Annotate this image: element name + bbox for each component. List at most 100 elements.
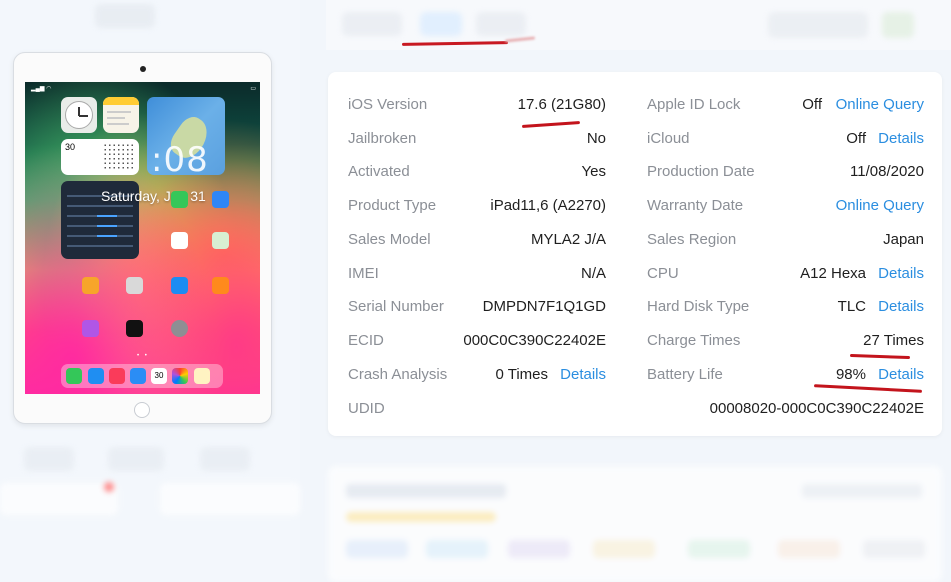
info-value: 0 Times [495, 366, 548, 383]
info-value: 17.6 (21G80) [517, 96, 606, 113]
info-row-charge-times: Charge Times 27 Times [647, 330, 924, 352]
info-row-hard-disk-type: Hard Disk Type TLC Details [647, 296, 924, 318]
info-row-production-date: Production Date 11/08/2020 [647, 161, 924, 183]
info-value: 11/08/2020 [850, 163, 924, 180]
info-label: Crash Analysis [348, 366, 448, 383]
info-label: Apple ID Lock [647, 96, 741, 113]
legend-chip-6 [778, 540, 840, 558]
safari-app-icon [88, 368, 104, 384]
tab-2[interactable] [420, 12, 462, 36]
legend-chip-1 [346, 540, 408, 558]
info-label: Production Date [647, 163, 755, 180]
notes-app-icon [194, 368, 210, 384]
ipad-screen: ▂▄▆ ◠ ▭ 30 :08 Saturday, Jun 31 • • 30 [25, 82, 260, 394]
toolbar-green-button[interactable] [882, 12, 914, 38]
info-row-warranty-date: Warranty Date Online Query [647, 195, 924, 217]
legend-chip-5 [688, 540, 750, 558]
status-bar: ▂▄▆ ◠ ▭ [31, 85, 256, 93]
action-button-1[interactable] [24, 447, 74, 471]
calendar-app-icon: 30 [151, 368, 167, 384]
cpu-details-link[interactable]: Details [878, 263, 924, 285]
reminders-app-icon [171, 232, 188, 249]
info-row-sales-region: Sales Region Japan [647, 229, 924, 251]
bottom-panel-action[interactable] [802, 484, 922, 498]
mail-app-icon [130, 368, 146, 384]
info-label: Charge Times [647, 332, 741, 349]
info-label: CPU [647, 265, 679, 282]
home-app-icon [82, 277, 99, 294]
home-button-icon [134, 402, 150, 418]
info-value: A12 Hexa [800, 265, 866, 282]
info-value: Off [802, 96, 822, 113]
info-value: N/A [580, 265, 606, 282]
info-row-ecid: ECID 000C0C390C22402E [348, 330, 606, 352]
info-row-ios-version: iOS Version 17.6 (21G80) [348, 94, 606, 116]
legend-chip-3 [508, 540, 570, 558]
clock-widget [61, 97, 97, 133]
page-dots: • • [137, 353, 149, 359]
device-tab[interactable] [95, 4, 155, 28]
action-button-2[interactable] [108, 447, 164, 471]
clock-digits: :08 [151, 140, 209, 180]
facetime-app-icon [171, 191, 188, 208]
books-app-icon [212, 277, 229, 294]
files-app-icon [212, 191, 229, 208]
signal-icon: ▂▄▆ ◠ [31, 86, 52, 92]
device-info-card: iOS Version 17.6 (21G80) Jailbroken No A… [328, 72, 942, 436]
info-row-udid: UDID 00008020-000C0C390C22402E [348, 398, 924, 420]
date-line: Saturday, Jun 31 [101, 188, 206, 204]
info-value: 000C0C390C22402E [463, 332, 606, 349]
secondary-button-2[interactable] [160, 483, 300, 515]
notification-dot [104, 482, 114, 492]
info-label: Battery Life [647, 366, 723, 383]
device-panel: ▂▄▆ ◠ ▭ 30 :08 Saturday, Jun 31 • • 30 [0, 0, 300, 582]
maps-app-icon [212, 232, 229, 249]
tab-3[interactable] [476, 12, 526, 36]
info-value: Yes [581, 163, 606, 180]
info-value: No [586, 130, 606, 147]
device-actions [20, 447, 280, 477]
info-row-battery-life: Battery Life 98% Details [647, 364, 924, 386]
info-value: DMPDN7F1Q1GD [482, 298, 606, 315]
dock: 30 [61, 364, 223, 388]
disk-details-link[interactable]: Details [878, 296, 924, 318]
info-label: ECID [348, 332, 384, 349]
tab-1[interactable] [342, 12, 402, 36]
battery-details-link[interactable]: Details [878, 364, 924, 386]
legend-chip-2 [426, 540, 488, 558]
info-value: MYLA2 J/A [530, 231, 606, 248]
info-label: Sales Model [348, 231, 431, 248]
icloud-details-link[interactable]: Details [878, 128, 924, 150]
info-row-sales-model: Sales Model MYLA2 J/A [348, 229, 606, 251]
info-label: Serial Number [348, 298, 444, 315]
photos-app-icon [172, 368, 188, 384]
info-label: Warranty Date [647, 197, 744, 214]
calendar-day: 30 [65, 142, 76, 152]
info-label: UDID [348, 400, 385, 417]
info-row-serial-number: Serial Number DMPDN7F1Q1GD [348, 296, 606, 318]
toolbar-button[interactable] [768, 12, 868, 38]
music-app-icon [109, 368, 125, 384]
secondary-button-1[interactable] [0, 483, 118, 515]
info-label: Hard Disk Type [647, 298, 750, 315]
info-row-activated: Activated Yes [348, 161, 606, 183]
info-value: 00008020-000C0C390C22402E [709, 400, 924, 417]
bottom-panel-title [346, 484, 506, 498]
crash-details-link[interactable]: Details [560, 364, 606, 386]
info-row-cpu: CPU A12 Hexa Details [647, 263, 924, 285]
warranty-online-query-link[interactable]: Online Query [836, 195, 924, 217]
battery-icon: ▭ [250, 86, 256, 92]
apple-id-online-query-link[interactable]: Online Query [836, 94, 924, 116]
notes-widget [103, 97, 139, 133]
info-value: iPad11,6 (A2270) [490, 197, 606, 214]
podcasts-app-icon [82, 320, 99, 337]
annotation-charge-times [849, 353, 911, 360]
camera-icon [140, 66, 146, 72]
info-label: iOS Version [348, 96, 428, 113]
info-value: TLC [837, 298, 866, 315]
info-value: Off [846, 130, 866, 147]
info-label: IMEI [348, 265, 379, 282]
info-row-jailbroken: Jailbroken No [348, 128, 606, 150]
info-row-imei: IMEI N/A [348, 263, 606, 285]
action-button-3[interactable] [200, 447, 250, 471]
